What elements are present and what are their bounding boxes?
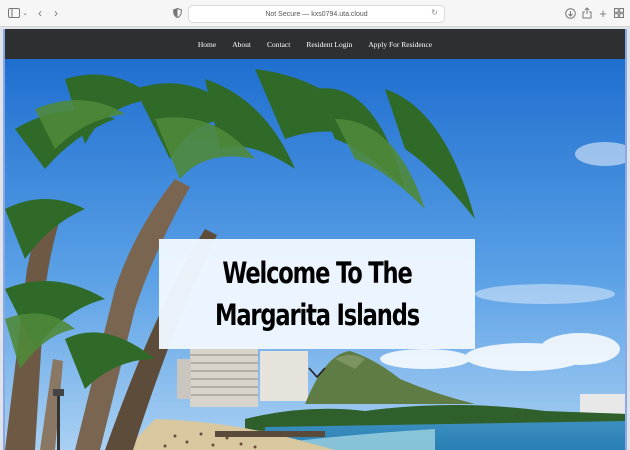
hero-title-box: Welcome To The Margarita Islands — [159, 239, 475, 349]
shield-icon[interactable] — [172, 5, 182, 21]
hero-title: Welcome To The Margarita Islands — [214, 256, 420, 332]
browser-toolbar: ⌄ ‹ › Not Secure — kxs0794.uta.cloud ↻ + — [0, 0, 630, 27]
nav-apply-residence[interactable]: Apply For Residence — [368, 40, 432, 49]
address-text: Not Secure — kxs0794.uta.cloud — [265, 10, 368, 18]
new-tab-icon[interactable]: + — [597, 5, 609, 21]
chevron-down-icon[interactable]: ⌄ — [21, 5, 29, 21]
web-page: Home About Contact Resident Login Apply … — [3, 29, 627, 450]
sidebar-icon[interactable] — [8, 5, 20, 21]
nav-contact[interactable]: Contact — [267, 40, 290, 49]
chevron-down-icon[interactable] — [308, 367, 326, 379]
address-bar[interactable]: Not Secure — kxs0794.uta.cloud ↻ — [188, 5, 445, 23]
reload-icon[interactable]: ↻ — [431, 8, 438, 17]
nav-resident-login[interactable]: Resident Login — [306, 40, 352, 49]
hero-section: Welcome To The Margarita Islands — [5, 59, 625, 450]
forward-icon[interactable]: › — [52, 5, 60, 21]
share-icon[interactable] — [581, 5, 593, 21]
download-icon[interactable] — [564, 5, 576, 21]
back-icon[interactable]: ‹ — [36, 5, 44, 21]
nav-about[interactable]: About — [232, 40, 251, 49]
tabs-overview-icon[interactable] — [613, 5, 625, 21]
site-nav: Home About Contact Resident Login Apply … — [5, 29, 625, 59]
nav-home[interactable]: Home — [198, 40, 216, 49]
